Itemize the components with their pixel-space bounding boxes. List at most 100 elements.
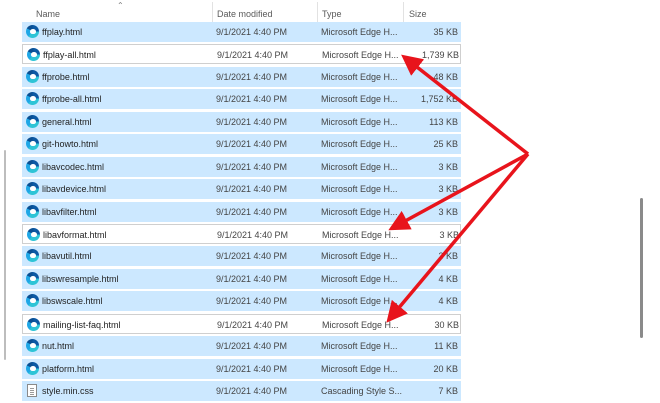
file-size: 3 KB (439, 229, 459, 240)
file-icon-cell (26, 384, 39, 397)
file-size: 3 KB (438, 251, 458, 262)
file-type: Microsoft Edge H... (322, 229, 399, 240)
column-header-date-modified[interactable]: Date modified (217, 0, 273, 24)
file-date-modified: 9/1/2021 4:40 PM (216, 139, 288, 150)
file-name: nut.html (42, 341, 75, 352)
file-icon-cell (26, 271, 39, 285)
file-size: 4 KB (438, 296, 458, 307)
file-name: style.min.css (42, 386, 94, 396)
file-date-modified: 9/1/2021 4:40 PM (217, 50, 289, 61)
file-name: libavformat.html (43, 229, 107, 240)
file-row[interactable]: ffprobe-all.html 9/1/2021 4:40 PM Microsof… (22, 89, 461, 110)
file-size: 7 KB (438, 386, 458, 396)
edge-html-icon (26, 159, 39, 173)
file-date-modified: 9/1/2021 4:40 PM (216, 184, 288, 195)
file-size: 1,739 KB (421, 50, 459, 61)
file-size: 3 KB (438, 206, 458, 217)
edge-html-icon (26, 114, 39, 128)
file-row[interactable]: ffprobe.html 9/1/2021 4:40 PM Microsoft Ed… (22, 66, 461, 87)
edge-html-icon (26, 294, 39, 308)
edge-html-icon (26, 92, 39, 106)
column-divider[interactable] (403, 2, 404, 24)
edge-html-icon (26, 339, 39, 353)
file-name: libswscale.html (42, 296, 103, 307)
file-icon-cell (26, 339, 39, 353)
file-row[interactable]: libavutil.html 9/1/2021 4:40 PM Microsoft … (22, 246, 461, 267)
file-name: general.html (42, 116, 92, 127)
file-row[interactable]: mailing-list-faq.html 9/1/2021 4:40 PM Mic… (22, 313, 461, 334)
file-name: libavcodec.html (42, 161, 105, 172)
file-name: platform.html (42, 363, 95, 374)
file-type: Cascading Style S... (321, 386, 403, 396)
column-divider[interactable] (212, 2, 213, 24)
edge-html-icon (27, 48, 40, 62)
file-row[interactable]: libavformat.html 9/1/2021 4:40 PM Microsof… (22, 223, 461, 244)
file-name: libavdevice.html (42, 184, 107, 195)
file-row[interactable]: libavdevice.html 9/1/2021 4:40 PM Microsof… (22, 179, 461, 200)
file-row[interactable]: ffplay.html 9/1/2021 4:40 PM Microsoft Edg… (22, 22, 461, 42)
file-name: libavutil.html (42, 251, 92, 262)
file-row[interactable]: nut.html 9/1/2021 4:40 PM Microsoft Edge H… (22, 336, 461, 357)
file-row[interactable]: libswresample.html 9/1/2021 4:40 PM Micros… (22, 268, 461, 289)
file-icon-cell (26, 294, 39, 308)
file-date-modified: 9/1/2021 4:40 PM (216, 71, 288, 82)
file-size: 25 KB (433, 139, 458, 150)
file-type: Microsoft Edge H... (321, 206, 398, 217)
file-icon-cell (26, 114, 39, 128)
file-row[interactable]: git-howto.html 9/1/2021 4:40 PM Microsoft … (22, 134, 461, 155)
column-header-bar: ⌃ Name Date modified Type Size (22, 0, 462, 24)
column-header-name[interactable]: Name (36, 0, 60, 24)
file-icon-cell (26, 137, 39, 151)
file-type: Microsoft Edge H... (321, 94, 398, 105)
file-row[interactable]: style.min.css 9/1/2021 4:40 PM Cascading S… (22, 381, 461, 401)
file-type: Microsoft Edge H... (321, 184, 398, 195)
file-type: Microsoft Edge H... (321, 273, 398, 284)
file-icon-cell (26, 182, 39, 196)
file-size: 1,752 KB (420, 94, 458, 105)
file-size: 30 KB (434, 319, 459, 330)
file-date-modified: 9/1/2021 4:40 PM (216, 94, 288, 105)
file-row[interactable]: libavfilter.html 9/1/2021 4:40 PM Microsof… (22, 201, 461, 222)
file-row[interactable]: libavcodec.html 9/1/2021 4:40 PM Microsoft… (22, 156, 461, 177)
file-row[interactable]: ffplay-all.html 9/1/2021 4:40 PM Microsoft… (22, 44, 461, 65)
file-name: mailing-list-faq.html (43, 319, 121, 330)
file-date-modified: 9/1/2021 4:40 PM (217, 229, 289, 240)
file-size: 113 KB (429, 116, 458, 127)
column-divider[interactable] (317, 2, 318, 24)
file-date-modified: 9/1/2021 4:40 PM (216, 386, 288, 396)
file-type: Microsoft Edge H... (321, 161, 398, 172)
file-icon-cell (26, 69, 39, 83)
file-type: Microsoft Edge H... (321, 116, 398, 127)
file-icon-cell (26, 25, 39, 38)
edge-html-icon (26, 361, 39, 375)
edge-html-icon (26, 69, 39, 83)
file-date-modified: 9/1/2021 4:40 PM (216, 273, 288, 284)
file-date-modified: 9/1/2021 4:40 PM (216, 296, 288, 307)
file-name: ffplay.html (42, 27, 83, 37)
file-type: Microsoft Edge H... (321, 27, 398, 37)
file-name: libswresample.html (42, 273, 119, 284)
file-date-modified: 9/1/2021 4:40 PM (216, 206, 288, 217)
sort-ascending-icon[interactable]: ⌃ (117, 2, 127, 10)
file-icon-cell (26, 204, 39, 218)
css-file-icon (27, 384, 37, 397)
file-name: ffplay-all.html (43, 50, 96, 61)
column-header-size[interactable]: Size (409, 0, 427, 24)
file-name: ffprobe-all.html (42, 94, 102, 105)
edge-html-icon (26, 204, 39, 218)
left-pane-scrollbar[interactable] (4, 150, 6, 360)
file-row[interactable]: libswscale.html 9/1/2021 4:40 PM Microsoft… (22, 291, 461, 312)
edge-html-icon (27, 227, 40, 241)
file-icon-cell (27, 48, 40, 62)
column-header-type[interactable]: Type (322, 0, 342, 24)
file-date-modified: 9/1/2021 4:40 PM (216, 27, 288, 37)
file-type: Microsoft Edge H... (321, 139, 398, 150)
file-row[interactable]: general.html 9/1/2021 4:40 PM Microsoft Ed… (22, 111, 461, 132)
file-row[interactable]: platform.html 9/1/2021 4:40 PM Microsoft E… (22, 358, 461, 379)
edge-html-icon (27, 317, 40, 331)
scrollbar-thumb[interactable] (640, 198, 643, 338)
file-date-modified: 9/1/2021 4:40 PM (216, 251, 288, 262)
file-icon-cell (26, 361, 39, 375)
file-type: Microsoft Edge H... (322, 50, 399, 61)
file-name: libavfilter.html (42, 206, 97, 217)
